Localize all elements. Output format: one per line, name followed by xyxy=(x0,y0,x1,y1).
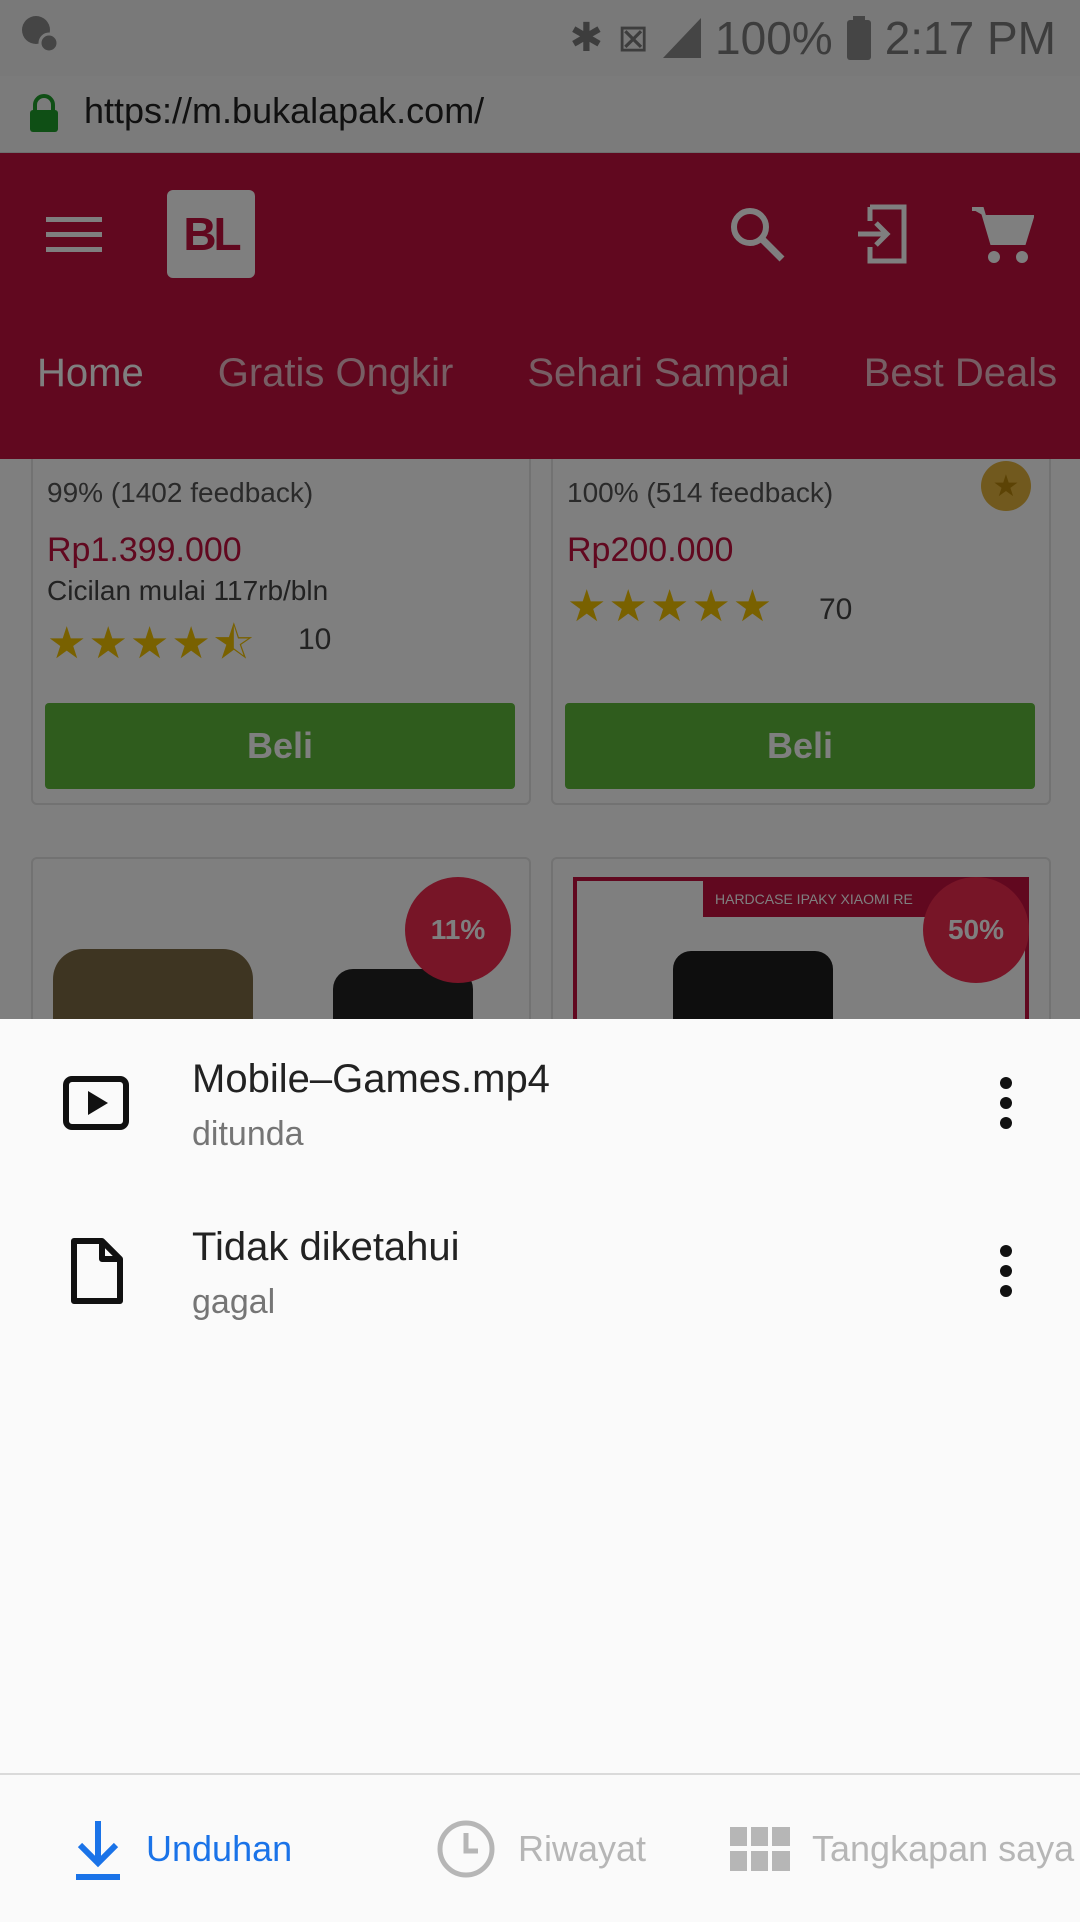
download-status: gagal xyxy=(192,1283,276,1321)
download-icon xyxy=(76,1820,120,1880)
downloads-sheet: Mobile–Games.mp4 ditunda Tidak diketahui… xyxy=(0,1019,1080,1773)
grid-icon xyxy=(730,1826,790,1871)
file-icon xyxy=(71,1238,123,1304)
download-filename: Mobile–Games.mp4 xyxy=(192,1057,550,1101)
clock-icon xyxy=(437,1820,495,1877)
download-filename: Tidak diketahui xyxy=(192,1225,460,1269)
nav-downloads[interactable]: Unduhan xyxy=(72,1775,292,1922)
nav-screenshots[interactable]: Tangkapan saya xyxy=(730,1775,1074,1922)
bottom-navigation: Unduhan Riwayat Tangkapan saya xyxy=(0,1773,1080,1922)
more-options-icon[interactable] xyxy=(976,1231,1036,1311)
modal-scrim[interactable] xyxy=(0,0,1080,1019)
download-status: ditunda xyxy=(192,1115,304,1153)
nav-history-label: Riwayat xyxy=(518,1827,647,1869)
nav-downloads-label: Unduhan xyxy=(146,1827,293,1869)
download-item[interactable]: Tidak diketahui gagal xyxy=(0,1187,1080,1355)
download-item[interactable]: Mobile–Games.mp4 ditunda xyxy=(0,1019,1080,1187)
more-options-icon[interactable] xyxy=(976,1063,1036,1143)
nav-history[interactable]: Riwayat xyxy=(436,1775,646,1922)
nav-screenshots-label: Tangkapan saya xyxy=(812,1827,1075,1869)
video-file-icon xyxy=(63,1076,129,1130)
